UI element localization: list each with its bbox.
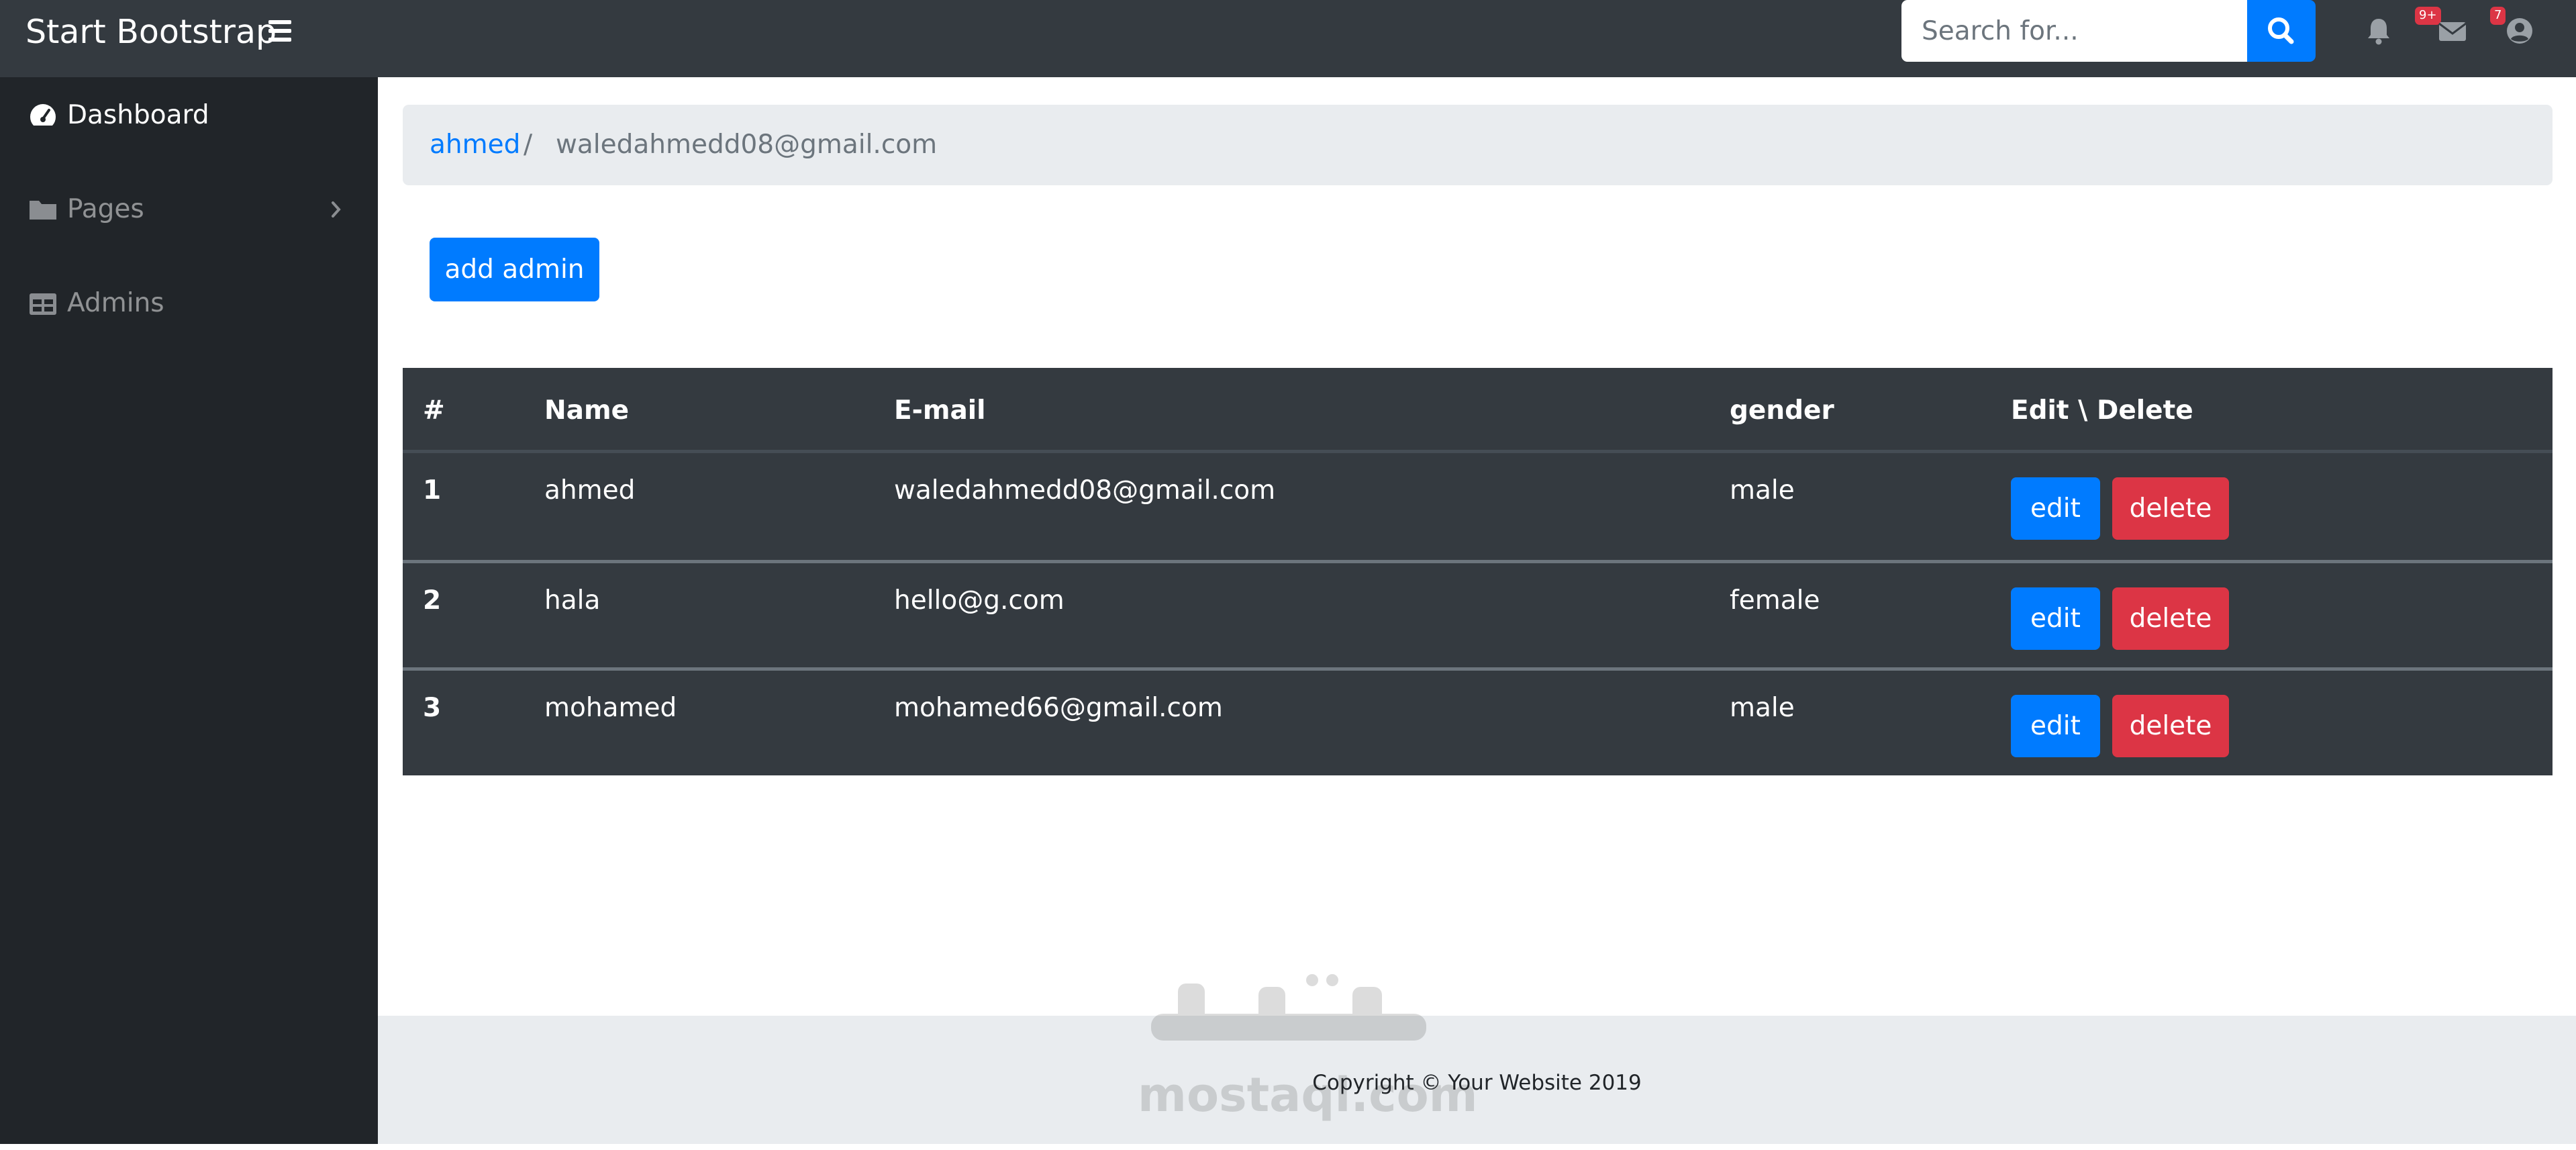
row-email: waledahmedd08@gmail.com (894, 475, 1276, 506)
row-number: 2 (423, 585, 442, 616)
row-name: ahmed (544, 475, 636, 506)
copyright-text: Copyright © Your Website 2019 (1312, 1071, 1642, 1095)
edit-button[interactable]: edit (2011, 477, 2100, 540)
user-dropdown[interactable] (2504, 15, 2536, 47)
admins-table: # Name E-mail gender Edit \ Delete 1 ahm… (403, 368, 2553, 775)
messages-dropdown[interactable] (2436, 15, 2469, 47)
table-row: 3 mohamed mohamed66@gmail.com male edit … (403, 667, 2553, 775)
row-gender: male (1730, 475, 1795, 506)
sidebar-item-label: Admins (67, 288, 164, 318)
row-gender: female (1730, 585, 1820, 616)
row-name: hala (544, 585, 601, 616)
footer: Copyright © Your Website 2019 (378, 1016, 2576, 1144)
breadcrumb: ahmed / waledahmedd08@gmail.com (403, 105, 2553, 185)
sidebar-item-label: Pages (67, 194, 144, 224)
table-icon (30, 293, 56, 315)
column-header-gender: gender (1730, 395, 1834, 426)
row-number: 1 (423, 475, 442, 506)
sidebar-item-admins[interactable]: Admins (0, 267, 378, 340)
envelope-icon (2438, 22, 2467, 41)
delete-button[interactable]: delete (2112, 695, 2229, 757)
add-admin-button[interactable]: add admin (430, 238, 599, 301)
row-number: 3 (423, 693, 442, 723)
breadcrumb-link[interactable]: ahmed (430, 105, 520, 185)
breadcrumb-separator: / (524, 130, 533, 160)
brand-link[interactable]: Start Bootstrap (26, 12, 277, 52)
search-button[interactable] (2247, 0, 2316, 62)
alerts-dropdown[interactable] (2363, 15, 2395, 47)
breadcrumb-current: waledahmedd08@gmail.com (556, 130, 938, 160)
row-email: hello@g.com (894, 585, 1064, 616)
column-header-actions: Edit \ Delete (2011, 395, 2193, 426)
top-navbar: Start Bootstrap 9+ 7 (0, 0, 2576, 77)
column-header-name: Name (544, 395, 630, 426)
delete-button[interactable]: delete (2112, 587, 2229, 650)
sidebar: Dashboard Pages Admins (0, 77, 378, 1144)
search-icon (2268, 17, 2294, 44)
column-header-email: E-mail (894, 395, 986, 426)
row-name: mohamed (544, 693, 677, 723)
bell-icon (2368, 19, 2389, 45)
sidebar-item-dashboard[interactable]: Dashboard (0, 79, 378, 152)
sidebar-item-label: Dashboard (67, 100, 209, 130)
table-row: 2 hala hello@g.com female edit delete (403, 560, 2553, 668)
tachometer-icon (30, 104, 56, 126)
delete-button[interactable]: delete (2112, 477, 2229, 540)
user-circle-icon (2507, 18, 2532, 44)
chevron-right-icon (332, 201, 341, 218)
table-row: 1 ahmed waledahmedd08@gmail.com male edi… (403, 453, 2553, 561)
table-header: # Name E-mail gender Edit \ Delete (403, 368, 2553, 453)
search-input[interactable] (1901, 0, 2247, 62)
edit-button[interactable]: edit (2011, 695, 2100, 757)
row-email: mohamed66@gmail.com (894, 693, 1223, 723)
edit-button[interactable]: edit (2011, 587, 2100, 650)
column-header-number: # (423, 395, 445, 426)
sidebar-toggle-icon[interactable] (268, 20, 291, 42)
sidebar-item-pages[interactable]: Pages (0, 173, 378, 246)
folder-icon (30, 201, 56, 220)
row-gender: male (1730, 693, 1795, 723)
